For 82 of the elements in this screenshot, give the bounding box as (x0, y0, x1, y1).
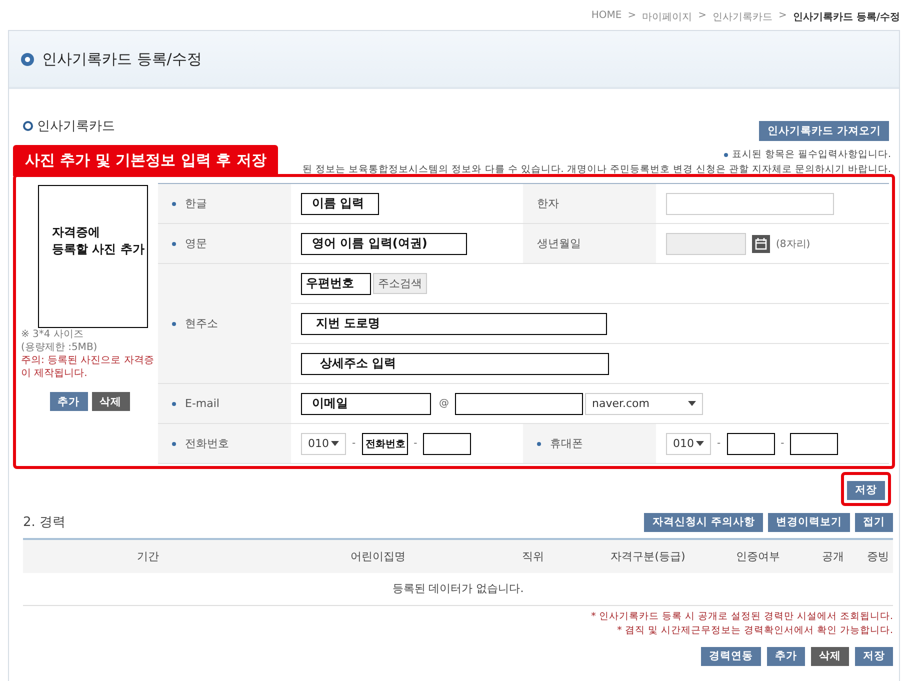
career-note: * 겸직 및 시간제근무정보는 경력확인서에서 확인 가능합니다. (617, 624, 893, 636)
area-code-select[interactable]: 010 (301, 432, 346, 454)
name-field[interactable]: 이름 입력 (301, 192, 379, 214)
breadcrumb-separator: > (698, 10, 706, 23)
phone-last-field[interactable] (423, 432, 472, 454)
column-header: 자격구분(등급) (610, 548, 686, 564)
address-detail-field[interactable]: 상세주소 입력 (301, 352, 609, 374)
required-bullet-icon (724, 152, 728, 156)
field-label: 생년월일 (537, 236, 581, 251)
dash-text: - (352, 438, 356, 449)
empty-message: 등록된 데이터가 없습니다. (392, 581, 524, 596)
breadcrumb-link[interactable]: 마이페이지 (642, 10, 692, 24)
save-button[interactable]: 저장 (847, 480, 885, 500)
english-name-field[interactable]: 영어 이름 입력(여권) (301, 232, 467, 254)
field-label: 영문 (185, 236, 207, 251)
phone-middle-field[interactable] (726, 432, 775, 454)
calendar-icon[interactable] (752, 234, 770, 252)
email-domain-field[interactable] (455, 392, 583, 414)
hint-text: (8자리) (776, 238, 810, 250)
required-bullet-icon (172, 402, 176, 406)
size-note: ※ 3*4 사이즈 (21, 328, 84, 341)
caret-icon (331, 441, 339, 446)
email-id-field[interactable]: 이메일 (301, 392, 431, 414)
column-header: 증빙 (866, 548, 890, 564)
column-header: 공개 (821, 548, 845, 564)
notice-text: 된 정보는 보육통합정보시스템의 정보와 다를 수 있습니다. 개명이나 주민등록번호 변경 신청은 관할 지자체로 문의하시기 바랍니다. (302, 163, 891, 176)
hanja-field[interactable] (666, 192, 834, 214)
photo-placeholder[interactable]: 자격증에 등록할 사진 추가 (38, 185, 148, 328)
required-bullet-icon (172, 202, 176, 206)
dash-text: - (780, 438, 784, 449)
breadcrumb-link[interactable]: 인사기록카드 (712, 10, 772, 24)
career-button[interactable]: 접기 (855, 512, 893, 532)
field-label: 현주소 (185, 316, 218, 331)
field-label: 전화번호 (185, 436, 229, 451)
area-code-select[interactable]: 010 (666, 432, 711, 454)
career-note: * 인사기록카드 등록 시 공개로 설정된 경력만 시설에서 조회됩니다. (591, 610, 893, 622)
field-label: 휴대폰 (550, 436, 583, 451)
section-title: 인사기록카드 (37, 118, 115, 135)
birth-date-field[interactable] (666, 232, 746, 254)
instruction-banner: 사진 추가 및 기본정보 입력 후 저장 (13, 145, 278, 176)
zip-code-field[interactable]: 우편번호 (301, 272, 371, 294)
career-action-button[interactable]: 저장 (855, 646, 893, 666)
dash-text: - (717, 438, 721, 449)
required-bullet-icon (172, 242, 176, 246)
section-bullet-icon (23, 121, 33, 131)
section-title: 2. 경력 (23, 514, 66, 531)
import-button[interactable]: 인사기록카드 가져오기 (759, 121, 889, 141)
breadcrumb-separator: > (778, 10, 787, 23)
size-note: (용량제한 :5MB) (21, 341, 98, 354)
career-button[interactable]: 자격신청시 주의사항 (644, 512, 763, 532)
photo-button[interactable]: 삭제 (92, 392, 130, 411)
address-search-button[interactable]: 주소검색 (373, 273, 427, 294)
phone-last-field[interactable] (790, 432, 838, 454)
field-label: E-mail (185, 397, 220, 410)
caret-icon (696, 441, 704, 446)
breadcrumb-separator: > (628, 10, 636, 23)
title-bullet-icon (21, 52, 34, 66)
phone-middle-field[interactable]: 전화번호 (362, 432, 408, 454)
required-bullet-icon (537, 442, 541, 446)
career-action-button[interactable]: 경력연동 (701, 646, 761, 666)
career-button[interactable]: 변경이력보기 (768, 512, 850, 532)
at-sign-text: @ (439, 398, 449, 409)
dash-text: - (414, 438, 418, 449)
career-action-button[interactable]: 추가 (767, 646, 805, 666)
required-note: 표시된 항목은 필수입력사항입니다. (732, 148, 891, 161)
column-header: 어린이집명 (350, 548, 406, 564)
photo-warning: 주의: 등록된 사진으로 자격증이 제작됩니다. (21, 354, 155, 380)
page-title: 인사기록카드 등록/수정 (42, 50, 202, 68)
required-bullet-icon (172, 322, 176, 326)
career-action-button[interactable]: 삭제 (811, 646, 849, 666)
column-header: 직위 (521, 548, 545, 564)
domain-select[interactable]: naver.com (585, 392, 703, 414)
breadcrumb-link[interactable]: 인사기록카드 등록/수정 (792, 10, 900, 24)
field-label: 한글 (185, 196, 207, 211)
breadcrumb-link[interactable]: HOME (591, 10, 622, 24)
column-header: 기간 (136, 548, 160, 564)
required-bullet-icon (172, 442, 176, 446)
field-label: 한자 (537, 196, 559, 211)
photo-button[interactable]: 추가 (50, 392, 88, 411)
column-header: 인증여부 (735, 548, 781, 564)
address-field[interactable]: 지번 도로명 (301, 312, 607, 334)
caret-icon (688, 401, 696, 406)
